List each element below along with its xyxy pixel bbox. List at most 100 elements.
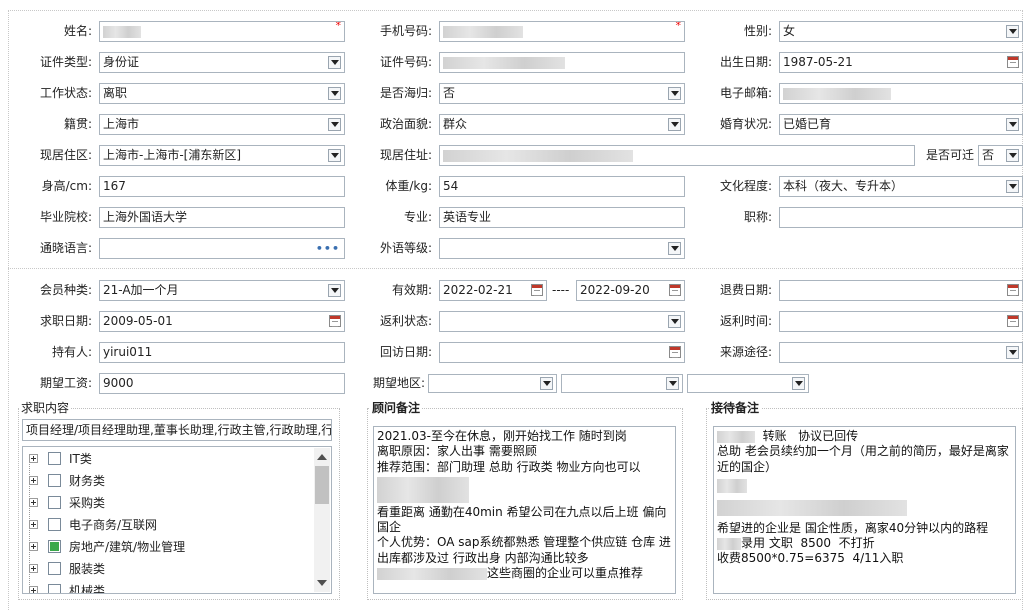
checkbox-icon[interactable] <box>48 496 61 509</box>
calendar-icon[interactable] <box>329 315 341 327</box>
calendar-icon[interactable] <box>1007 315 1019 327</box>
consultant-title: 顾问备注 <box>370 401 423 415</box>
dropdown-arrow-icon[interactable] <box>792 377 805 390</box>
checkbox-icon[interactable] <box>48 518 61 531</box>
language-field[interactable]: ••• <box>99 238 345 259</box>
id-no-field[interactable] <box>439 52 685 73</box>
email-field[interactable] <box>779 83 1023 104</box>
dropdown-arrow-icon[interactable] <box>668 87 681 100</box>
tree-item-label: 电子商务/互联网 <box>69 518 158 532</box>
address-field[interactable] <box>439 145 915 166</box>
expand-plus-icon[interactable] <box>29 564 38 573</box>
overseas-select[interactable]: 否 <box>439 83 685 104</box>
dropdown-arrow-icon[interactable] <box>668 242 681 255</box>
id-type-value: 身份证 <box>103 55 140 69</box>
politics-label: 政治面貌: <box>379 117 432 131</box>
area-province-select[interactable] <box>428 374 557 393</box>
rebate-status-select[interactable] <box>439 311 685 332</box>
school-field[interactable]: 上海外国语大学 <box>99 207 345 228</box>
consultant-notes[interactable]: 2021.03-至今在休息，刚开始找工作 随时到岗 离职原因：家人出事 需要照顾… <box>373 426 676 594</box>
more-dots-icon[interactable]: ••• <box>316 239 340 258</box>
scroll-down-icon[interactable] <box>317 580 327 586</box>
salary-field[interactable]: 9000 <box>99 373 345 394</box>
name-field[interactable]: * <box>99 21 345 42</box>
dropdown-arrow-icon[interactable] <box>1006 149 1019 162</box>
dropdown-arrow-icon[interactable] <box>668 118 681 131</box>
work-status-label: 工作状态: <box>39 86 92 100</box>
job-selected-field[interactable]: 项目经理/项目经理助理,董事长助理,行政主管,行政助理,行 <box>22 419 332 441</box>
dropdown-arrow-icon[interactable] <box>1006 180 1019 193</box>
holder-field[interactable]: yirui011 <box>99 342 345 363</box>
calendar-icon[interactable] <box>669 284 681 296</box>
valid-to-field[interactable]: 2022-09-20 <box>576 280 685 301</box>
refund-date-field[interactable] <box>779 280 1023 301</box>
job-category-tree[interactable]: IT类 财务类 采购类 电子商务/互联网 房地产/建筑/物业管理 服装类 机械类 <box>22 446 332 594</box>
dropdown-arrow-icon[interactable] <box>540 377 553 390</box>
expand-plus-icon[interactable] <box>29 498 38 507</box>
checkbox-icon[interactable] <box>48 474 61 487</box>
required-star: * <box>675 21 682 32</box>
source-select[interactable] <box>779 342 1023 363</box>
relocate-select[interactable]: 否 <box>978 145 1023 166</box>
id-type-select[interactable]: 身份证 <box>99 52 345 73</box>
expand-plus-icon[interactable] <box>29 520 38 529</box>
scroll-up-icon[interactable] <box>317 454 327 460</box>
reception-notes[interactable]: 转账 协议已回传 总助 老会员续约加一个月（用之前的简历，最好是离家近的国企） … <box>713 426 1016 594</box>
dropdown-arrow-icon[interactable] <box>328 56 341 69</box>
area-district-select[interactable] <box>687 374 809 393</box>
education-select[interactable]: 本科（夜大、专升本） <box>779 176 1023 197</box>
gender-select[interactable]: 女 <box>779 21 1023 42</box>
checkbox-icon[interactable] <box>48 584 61 593</box>
expand-plus-icon[interactable] <box>29 542 38 551</box>
note-line: 收费8500*0.75=6375 4/11入职 <box>717 551 904 566</box>
checkbox-icon[interactable] <box>48 562 61 575</box>
phone-field[interactable]: * <box>439 21 685 42</box>
dropdown-arrow-icon[interactable] <box>328 149 341 162</box>
area-city-select[interactable] <box>561 374 683 393</box>
dropdown-arrow-icon[interactable] <box>666 377 679 390</box>
dropdown-arrow-icon[interactable] <box>1006 25 1019 38</box>
birth-date-field[interactable]: 1987-05-21 <box>779 52 1023 73</box>
valid-from-field[interactable]: 2022-02-21 <box>439 280 547 301</box>
dropdown-arrow-icon[interactable] <box>328 118 341 131</box>
relocate-value: 否 <box>982 148 995 162</box>
member-type-select[interactable]: 21-A加一个月 <box>99 280 345 301</box>
weight-field[interactable]: 54 <box>439 176 685 197</box>
email-label: 电子邮箱: <box>719 86 772 100</box>
dropdown-arrow-icon[interactable] <box>328 87 341 100</box>
job-date-field[interactable]: 2009-05-01 <box>99 311 345 332</box>
foreign-level-select[interactable] <box>439 238 685 259</box>
native-value: 上海市 <box>103 117 140 131</box>
politics-select[interactable]: 群众 <box>439 114 685 135</box>
calendar-icon[interactable] <box>531 284 543 296</box>
rebate-time-field[interactable] <box>779 311 1023 332</box>
scroll-thumb[interactable] <box>315 466 329 504</box>
blurred-value <box>717 537 741 550</box>
tree-scrollbar[interactable] <box>314 448 330 592</box>
calendar-icon[interactable] <box>1007 56 1019 68</box>
major-field[interactable]: 英语专业 <box>439 207 685 228</box>
dropdown-arrow-icon[interactable] <box>1006 118 1019 131</box>
native-select[interactable]: 上海市 <box>99 114 345 135</box>
dropdown-arrow-icon[interactable] <box>668 315 681 328</box>
marital-label: 婚育状况: <box>719 117 772 131</box>
rebate-status-label: 返利状态: <box>379 314 432 328</box>
marital-select[interactable]: 已婚已育 <box>779 114 1023 135</box>
expand-plus-icon[interactable] <box>29 454 38 463</box>
checkbox-icon[interactable] <box>48 452 61 465</box>
checkbox-icon[interactable] <box>48 540 61 553</box>
expand-plus-icon[interactable] <box>29 586 38 593</box>
dropdown-arrow-icon[interactable] <box>328 284 341 297</box>
address-label: 现居住址: <box>379 148 432 162</box>
expand-plus-icon[interactable] <box>29 476 38 485</box>
region-select[interactable]: 上海市-上海市-[浦东新区] <box>99 145 345 166</box>
height-field[interactable]: 167 <box>99 176 345 197</box>
calendar-icon[interactable] <box>669 346 681 358</box>
birth-value: 1987-05-21 <box>783 55 853 69</box>
region-value: 上海市-上海市-[浦东新区] <box>103 148 242 162</box>
title-field[interactable] <box>779 207 1023 228</box>
dropdown-arrow-icon[interactable] <box>1006 346 1019 359</box>
calendar-icon[interactable] <box>1007 284 1019 296</box>
visit-date-field[interactable] <box>439 342 685 363</box>
work-status-select[interactable]: 离职 <box>99 83 345 104</box>
